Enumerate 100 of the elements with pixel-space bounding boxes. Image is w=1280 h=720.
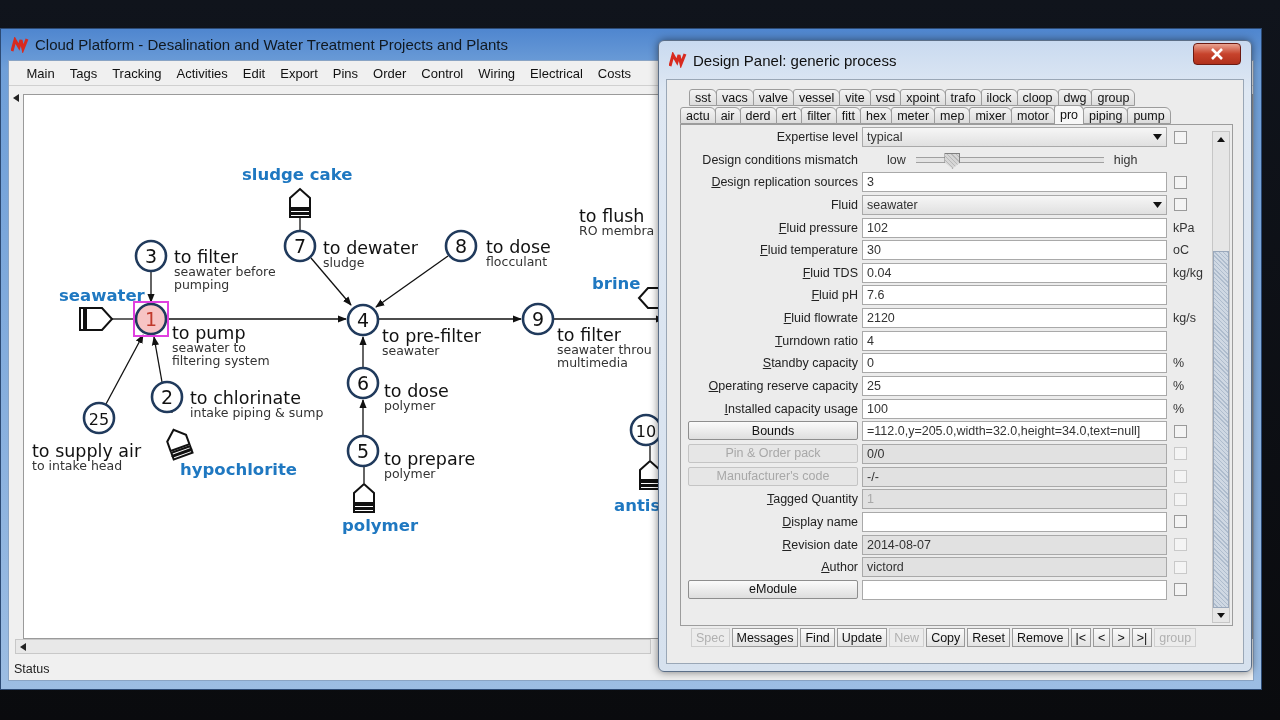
dropdown[interactable]: seawater [862,194,1167,215]
input-field[interactable]: 2120 [862,308,1167,329]
toolbar-button[interactable]: > [1112,628,1130,647]
tab[interactable]: actu [680,107,716,124]
toolbar-button[interactable]: Remove [1012,628,1069,647]
input-field[interactable]: 3 [862,172,1167,193]
toolbar-button[interactable]: Find [800,628,835,647]
menu-item[interactable]: Tags [62,63,105,83]
process-node[interactable]: 9 [521,302,555,336]
tab[interactable]: air [714,107,741,124]
menu-item[interactable]: Tracking [104,63,170,83]
tab[interactable]: mixer [969,107,1012,124]
tab[interactable]: vacs [716,89,754,106]
menu-item[interactable]: Edit [235,63,273,83]
toolbar-button[interactable]: >| [1131,628,1153,647]
input-field[interactable]: 30 [862,240,1167,261]
tab[interactable]: cloop [1016,89,1059,106]
property-button[interactable]: eModule [688,579,858,599]
input-field[interactable] [862,579,1167,600]
tab[interactable]: xpoint [900,89,946,106]
toolbar-button[interactable]: Update [836,628,888,647]
tab[interactable]: pump [1127,107,1171,124]
process-node[interactable]: 4 [346,303,380,337]
process-node[interactable]: 3 [134,239,168,273]
checkbox[interactable] [1174,175,1187,189]
tab[interactable]: vsd [869,89,902,106]
tab[interactable]: piping [1083,107,1129,124]
process-node[interactable]: 2 [150,380,184,414]
tab[interactable]: trafo [944,89,982,106]
step-note: seawater throu [557,342,652,357]
slider-thumb[interactable] [944,152,961,169]
input-field[interactable]: =112.0,y=205.0,width=32.0,height=34.0,text=null] [862,421,1167,442]
tab[interactable]: hex [860,107,893,124]
input-field[interactable]: 0.04 [862,262,1167,283]
process-node[interactable]: 7 [283,229,317,263]
tab[interactable]: group [1091,89,1136,106]
tab[interactable]: derd [739,107,777,124]
scroll-down-icon[interactable] [1217,612,1225,618]
checkbox[interactable] [1174,538,1187,552]
scroll-thumb[interactable] [1213,251,1229,608]
toolbar-button[interactable]: Messages [731,628,799,647]
toolbar-button[interactable]: Copy [926,628,966,647]
tab[interactable]: vessel [792,89,841,106]
tab[interactable]: valve [752,89,794,106]
horizontal-scrollbar[interactable] [15,639,651,654]
input-field[interactable]: 4 [862,330,1167,351]
step-note: filtering system [172,352,270,368]
process-node[interactable]: 1 [133,301,169,337]
menu-item[interactable]: Control [413,63,471,83]
menu-item[interactable]: Costs [590,63,639,83]
process-node[interactable]: 25 [82,401,116,435]
menu-item[interactable]: Main [19,63,63,83]
process-node[interactable]: 8 [444,229,478,263]
tab[interactable]: meter [891,107,936,124]
tab[interactable]: motor [1011,107,1055,124]
tab[interactable]: vite [839,89,871,106]
property-button[interactable]: Bounds [688,421,858,441]
process-node[interactable]: 10 [629,413,663,447]
close-button[interactable] [1193,43,1241,65]
scroll-left-icon[interactable] [13,94,19,102]
scroll-up-icon[interactable] [1217,136,1225,142]
tab[interactable]: ilock [980,89,1018,106]
input-field[interactable]: 25 [862,376,1167,397]
vertical-scrollbar[interactable] [1212,131,1230,623]
input-field[interactable]: 0 [862,353,1167,374]
menu-item[interactable]: Wiring [470,63,523,83]
dropdown[interactable]: typical [862,127,1167,147]
checkbox[interactable] [1174,583,1187,597]
tab[interactable]: fitt [835,107,861,124]
flow-arrow [151,336,163,383]
menu-item[interactable]: Electrical [522,63,591,83]
input-field[interactable]: 2014-08-07 [862,534,1167,555]
toolbar-button[interactable]: |< [1070,628,1092,647]
checkbox[interactable] [1174,198,1187,212]
toolbar-button[interactable]: Reset [967,628,1010,647]
tab[interactable]: sst [689,89,717,106]
scroll-left-icon[interactable] [20,642,26,651]
step-note: sludge [323,255,365,270]
menu-item[interactable]: Export [272,63,326,83]
flow-arrow [359,336,367,369]
checkbox[interactable] [1174,424,1187,438]
input-field[interactable]: 7.6 [862,285,1167,306]
tab[interactable]: filter [801,107,837,124]
input-field[interactable]: 100 [862,398,1167,419]
unit-label: kPa [1172,220,1196,235]
menu-item[interactable]: Activities [169,63,236,83]
checkbox[interactable] [1174,130,1187,144]
menu-item[interactable]: Pins [325,63,366,83]
tab[interactable]: pro [1053,105,1085,124]
field-label: Operating reserve capacity [707,379,858,394]
menu-item[interactable]: Order [365,63,414,83]
checkbox[interactable] [1174,515,1187,529]
process-node[interactable]: 5 [346,434,380,468]
input-field[interactable]: victord [862,557,1167,578]
input-field[interactable]: 102 [862,217,1167,238]
toolbar-button[interactable]: < [1093,628,1111,647]
tab[interactable]: mep [934,107,971,124]
process-node[interactable]: 6 [346,366,380,400]
checkbox[interactable] [1174,560,1187,574]
input-field[interactable] [862,511,1167,532]
